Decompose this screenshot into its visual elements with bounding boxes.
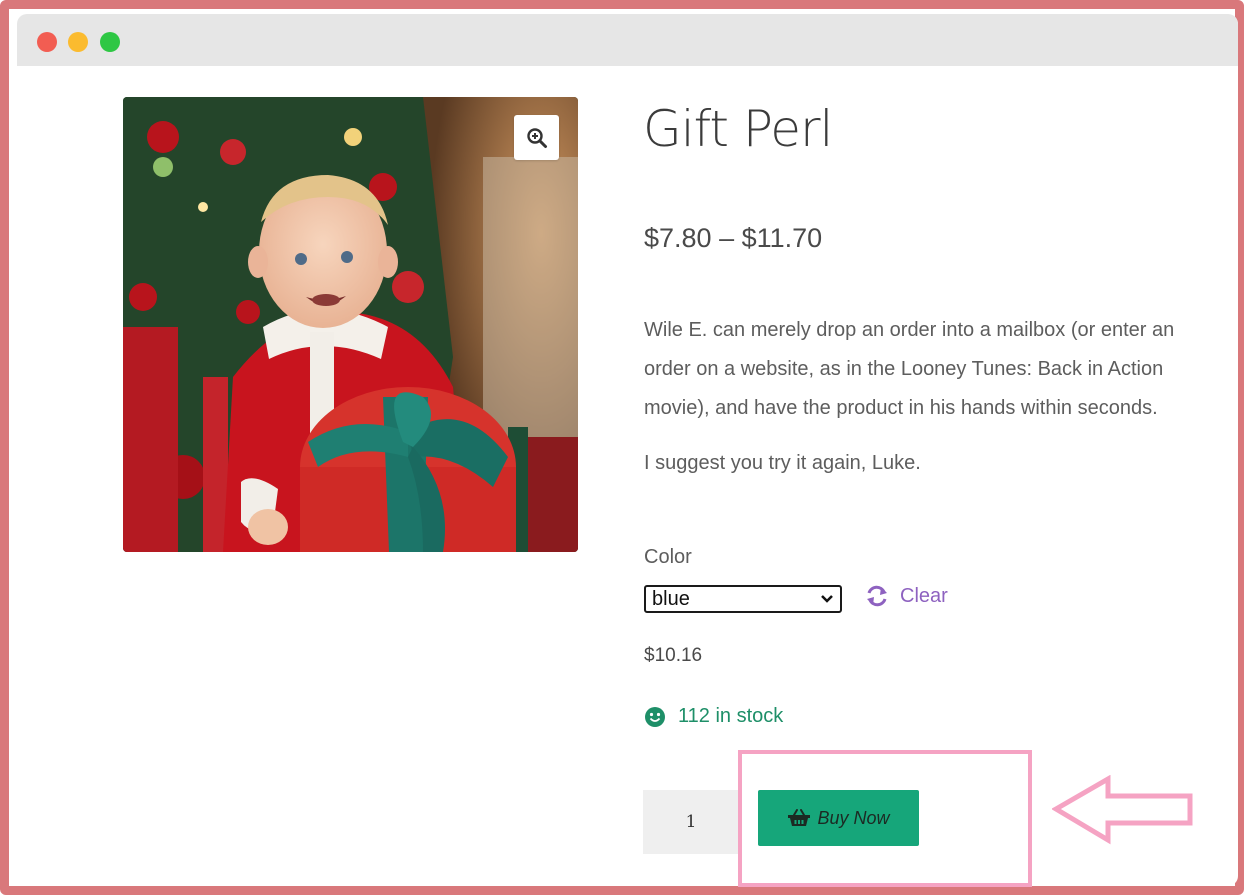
stock-status: 112 in stock <box>644 705 783 728</box>
maximize-window-button[interactable] <box>100 32 120 52</box>
variation-price: $10.16 <box>644 645 703 666</box>
left-arrow-icon <box>1052 775 1193 845</box>
quantity-input[interactable]: 1 <box>643 790 739 854</box>
product-title: Gift Perl <box>643 100 833 158</box>
close-window-button[interactable] <box>37 32 57 52</box>
color-select-value: blue <box>652 587 690 610</box>
color-select[interactable]: blue <box>644 585 842 613</box>
chevron-down-icon <box>821 595 833 603</box>
product-description: Wile E. can merely drop an order into a … <box>644 319 1175 419</box>
product-image[interactable] <box>123 97 578 552</box>
clear-label: Clear <box>900 584 948 607</box>
zoom-in-icon <box>526 127 547 148</box>
quantity-value: 1 <box>685 812 697 832</box>
color-label: Color <box>644 546 692 568</box>
product-description-secondary: I suggest you try it again, Luke. <box>644 452 921 474</box>
product-price-range: $7.80 – $11.70 <box>644 223 823 253</box>
smiley-icon <box>645 706 665 727</box>
clear-variations-link[interactable]: Clear <box>864 584 948 608</box>
highlight-box <box>738 750 1032 887</box>
refresh-icon <box>867 585 887 607</box>
stock-text: 112 in stock <box>678 705 784 727</box>
product-photo <box>123 97 578 552</box>
window-titlebar <box>17 14 1238 66</box>
zoom-in-button[interactable] <box>514 115 559 160</box>
minimize-window-button[interactable] <box>68 32 88 52</box>
